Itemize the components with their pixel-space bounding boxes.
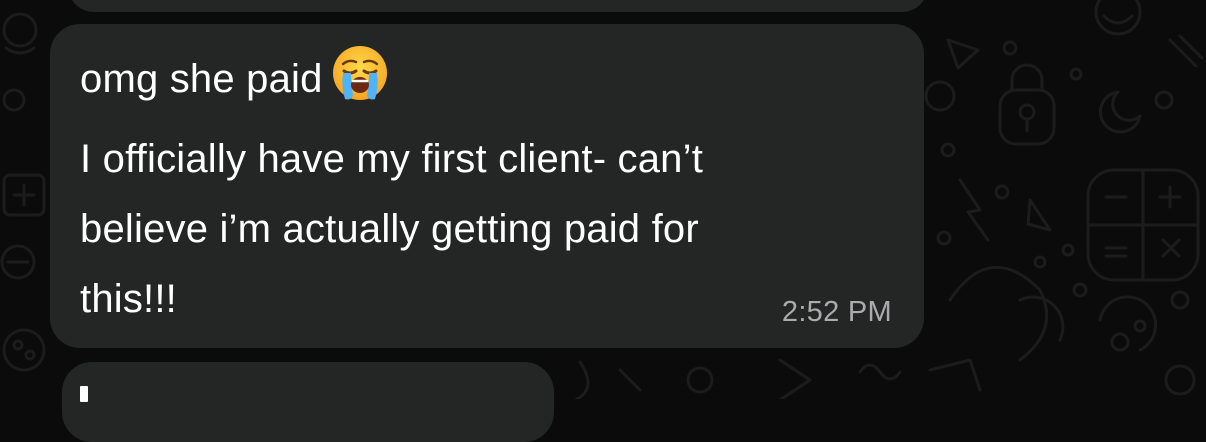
message-line: omg she paid — [80, 44, 900, 124]
loudly-crying-face-icon — [331, 44, 389, 124]
message-line: this!!! — [80, 277, 177, 321]
next-message-bubble[interactable] — [62, 362, 554, 442]
message-line-text: omg she paid — [80, 57, 323, 101]
previous-message-bubble[interactable] — [68, 0, 928, 12]
next-message-text-fragment — [80, 386, 88, 402]
message-line: I officially have my first client- can’t — [80, 137, 704, 181]
message-line: believe i’m actually getting paid for — [80, 207, 699, 251]
message-text: omg she paid I officially have my first … — [80, 44, 900, 334]
message-timestamp: 2:52 PM — [781, 296, 892, 328]
